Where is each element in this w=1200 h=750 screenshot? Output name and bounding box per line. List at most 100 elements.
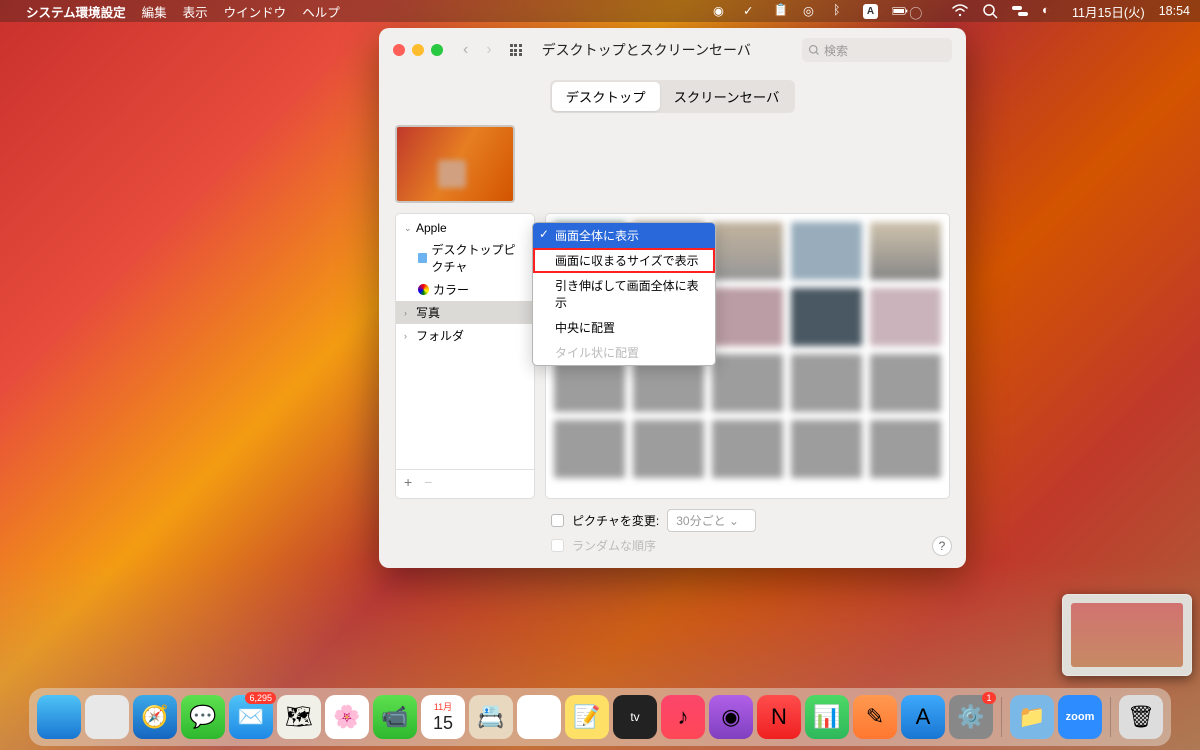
dropdown-item-tile[interactable]: タイル状に配置 bbox=[533, 340, 715, 365]
window-traffic-lights bbox=[393, 44, 443, 56]
menubar: システム環境設定 編集 表示 ウインドウ ヘルプ ◉ ✓ 📋 ◎ ᛒ A ⃝ ◐… bbox=[0, 0, 1200, 22]
wallpaper-thumbnail[interactable] bbox=[791, 420, 862, 478]
tab-screensaver[interactable]: スクリーンセーバ bbox=[660, 82, 794, 111]
tab-desktop[interactable]: デスクトップ bbox=[552, 82, 660, 111]
wallpaper-thumbnail[interactable] bbox=[633, 420, 704, 478]
folder-icon bbox=[418, 253, 427, 263]
preferences-window: ‹ › デスクトップとスクリーンセーバ 検索 デスクトップ スクリーンセーバ 画… bbox=[379, 28, 966, 568]
sidebar-item-desktop-pictures[interactable]: デスクトップピクチャ bbox=[396, 238, 534, 278]
forward-button[interactable]: › bbox=[486, 41, 491, 59]
menu-extra-icon[interactable]: ✓ bbox=[743, 3, 759, 19]
minimize-button[interactable] bbox=[412, 44, 424, 56]
sidebar-item-folders[interactable]: ›フォルダ bbox=[396, 324, 534, 347]
wallpaper-thumbnail[interactable] bbox=[870, 354, 941, 412]
dock-appstore[interactable]: A bbox=[901, 695, 945, 739]
nav-buttons: ‹ › bbox=[463, 41, 492, 59]
dock-messages[interactable]: 💬 bbox=[181, 695, 225, 739]
screenshot-preview[interactable] bbox=[1062, 594, 1192, 676]
back-button[interactable]: ‹ bbox=[463, 41, 468, 59]
wallpaper-thumbnail[interactable] bbox=[791, 222, 862, 280]
search-input[interactable]: 検索 bbox=[802, 38, 952, 62]
clipboard-icon[interactable]: 📋 bbox=[773, 3, 789, 19]
mail-badge: 6,295 bbox=[245, 692, 276, 704]
menubar-date[interactable]: 11月15日(火) bbox=[1072, 2, 1145, 21]
wallpaper-thumbnail[interactable] bbox=[712, 288, 783, 346]
show-all-icon[interactable] bbox=[510, 44, 522, 56]
add-source-button[interactable]: + bbox=[404, 474, 412, 490]
dock-podcasts[interactable]: ◉ bbox=[709, 695, 753, 739]
dock-zoom[interactable]: zoom bbox=[1058, 695, 1102, 739]
search-placeholder: 検索 bbox=[824, 42, 848, 59]
close-button[interactable] bbox=[393, 44, 405, 56]
dock-safari[interactable]: 🧭 bbox=[133, 695, 177, 739]
wallpaper-thumbnail[interactable] bbox=[870, 288, 941, 346]
window-title: デスクトップとスクリーンセーバ bbox=[542, 40, 751, 60]
dock-maps[interactable]: 🗺 bbox=[277, 695, 321, 739]
dock-pages[interactable]: ✎ bbox=[853, 695, 897, 739]
dropdown-item-fit[interactable]: 画面に収まるサイズで表示 bbox=[533, 248, 715, 273]
dropdown-item-stretch[interactable]: 引き伸ばして画面全体に表示 bbox=[533, 273, 715, 315]
dock-news[interactable]: N bbox=[757, 695, 801, 739]
help-button[interactable]: ? bbox=[932, 536, 952, 556]
remove-source-button[interactable]: − bbox=[424, 474, 432, 490]
wallpaper-thumbnail[interactable] bbox=[791, 288, 862, 346]
menubar-item-window[interactable]: ウインドウ bbox=[224, 2, 287, 21]
wallpaper-thumbnail[interactable] bbox=[712, 420, 783, 478]
dock-notes[interactable]: 📝 bbox=[565, 695, 609, 739]
sidebar-item-colors[interactable]: カラー bbox=[396, 278, 534, 301]
dock-finder[interactable] bbox=[37, 695, 81, 739]
dropdown-item-fill[interactable]: 画面全体に表示 bbox=[533, 223, 715, 248]
menubar-item-edit[interactable]: 編集 bbox=[142, 2, 167, 21]
dock-numbers[interactable]: 📊 bbox=[805, 695, 849, 739]
interval-select[interactable]: 30分ごと ⌄ bbox=[667, 509, 756, 532]
wallpaper-thumbnail[interactable] bbox=[712, 222, 783, 280]
dock-reminders[interactable] bbox=[517, 695, 561, 739]
dock-mail[interactable]: ✉️6,295 bbox=[229, 695, 273, 739]
sys-badge: 1 bbox=[982, 692, 996, 704]
dock-trash[interactable]: 🗑 bbox=[1119, 695, 1163, 739]
dock-facetime[interactable]: 📹 bbox=[373, 695, 417, 739]
menubar-item-help[interactable]: ヘルプ bbox=[302, 2, 340, 21]
window-titlebar: ‹ › デスクトップとスクリーンセーバ 検索 bbox=[379, 28, 966, 72]
dropdown-item-center[interactable]: 中央に配置 bbox=[533, 315, 715, 340]
menubar-app-name[interactable]: システム環境設定 bbox=[26, 2, 126, 21]
control-center-icon[interactable] bbox=[1012, 3, 1028, 19]
random-order-label: ランダムな順序 bbox=[572, 537, 656, 554]
dock-tv[interactable]: tv bbox=[613, 695, 657, 739]
zoom-button[interactable] bbox=[431, 44, 443, 56]
siri-icon[interactable]: ◐ bbox=[1042, 3, 1058, 19]
menu-extra-icon[interactable]: ◉ bbox=[713, 3, 729, 19]
sidebar-item-photos[interactable]: ›写真 bbox=[396, 301, 534, 324]
spotlight-icon[interactable] bbox=[982, 3, 998, 19]
wallpaper-thumbnail[interactable] bbox=[554, 420, 625, 478]
wallpaper-thumbnail[interactable] bbox=[712, 354, 783, 412]
change-picture-checkbox[interactable] bbox=[551, 514, 564, 527]
options-area: ピクチャを変更: 30分ごと ⌄ ランダムな順序 bbox=[395, 499, 950, 554]
airplay-icon[interactable]: ◎ bbox=[803, 3, 819, 19]
bluetooth-icon[interactable]: ᛒ bbox=[833, 3, 849, 19]
dock-calendar[interactable]: 11月15 bbox=[421, 695, 465, 739]
dock-music[interactable]: ♪ bbox=[661, 695, 705, 739]
screen-mirror-icon[interactable]: ⃝ bbox=[922, 3, 938, 19]
dock-downloads[interactable]: 📁 bbox=[1010, 695, 1054, 739]
fit-mode-dropdown: 画面全体に表示 画面に収まるサイズで表示 引き伸ばして画面全体に表示 中央に配置… bbox=[532, 222, 716, 366]
wallpaper-thumbnail[interactable] bbox=[870, 420, 941, 478]
wallpaper-thumbnail[interactable] bbox=[791, 354, 862, 412]
battery-icon[interactable] bbox=[892, 3, 908, 19]
wifi-icon[interactable] bbox=[952, 3, 968, 19]
dock-photos[interactable]: 🌸 bbox=[325, 695, 369, 739]
dock: 🧭 💬 ✉️6,295 🗺 🌸 📹 11月15 📇 📝 tv ♪ ◉ N 📊 ✎… bbox=[29, 688, 1171, 746]
dock-separator bbox=[1110, 697, 1111, 737]
menubar-time[interactable]: 18:54 bbox=[1159, 4, 1190, 18]
sidebar-item-apple[interactable]: ⌄Apple bbox=[396, 218, 534, 238]
dock-launchpad[interactable] bbox=[85, 695, 129, 739]
menubar-item-view[interactable]: 表示 bbox=[183, 2, 208, 21]
input-source-icon[interactable]: A bbox=[863, 4, 878, 19]
change-picture-label: ピクチャを変更: bbox=[572, 512, 659, 529]
source-sidebar: ⌄Apple デスクトップピクチャ カラー ›写真 ›フォルダ + − bbox=[395, 213, 535, 499]
dock-contacts[interactable]: 📇 bbox=[469, 695, 513, 739]
content-area: 画面全体に表示 画面に収まるサイズで表示 引き伸ばして画面全体に表示 中央に配置… bbox=[379, 125, 966, 568]
dock-separator bbox=[1001, 697, 1002, 737]
dock-system-preferences[interactable]: ⚙️1 bbox=[949, 695, 993, 739]
wallpaper-thumbnail[interactable] bbox=[870, 222, 941, 280]
